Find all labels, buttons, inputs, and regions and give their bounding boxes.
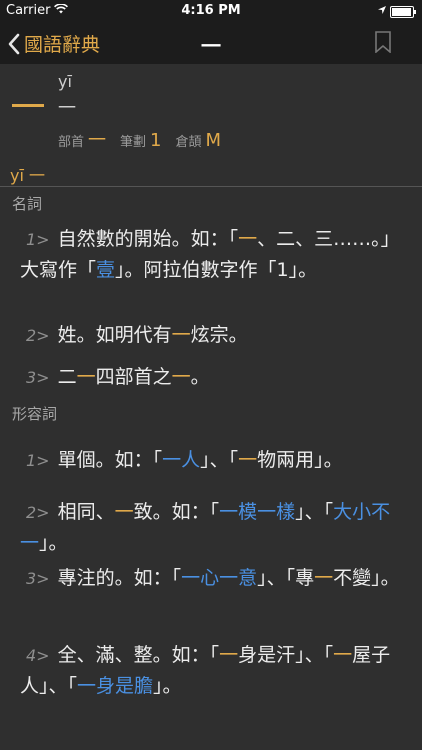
definition-text: 」、「 <box>295 501 334 523</box>
word-link[interactable]: 一模一樣 <box>219 501 295 523</box>
definition-item[interactable]: 4> 全、滿、整。如：「一身是汗」、「一屋子人」、「一身是膽」。 <box>20 640 405 701</box>
location-icon <box>377 4 387 19</box>
definition-text: 炫宗。 <box>190 324 248 346</box>
definition-text: 單個。如：「 <box>57 449 163 471</box>
definition-text: 「 <box>228 228 239 250</box>
stroke-label: 筆劃 <box>120 135 147 150</box>
definition-text: 自然數的開始。如： <box>57 228 229 250</box>
definition-text: 身是汗」、「 <box>238 644 334 666</box>
definition-text: 全、滿、整。如：「 <box>57 644 220 666</box>
headword-highlight: 一 <box>171 324 191 346</box>
definition-text: 姓。如明代有 <box>57 324 172 346</box>
definition-text: 致。如：「 <box>133 501 220 523</box>
definition-number: 2> <box>26 503 50 522</box>
definition-text: 物兩用」。 <box>257 449 343 471</box>
bookmark-button[interactable] <box>374 31 392 57</box>
radical-label: 部首 <box>58 135 85 150</box>
word-link[interactable]: 一心一意 <box>181 567 257 589</box>
definition-text: 」、「 <box>200 449 239 471</box>
head-character: 一 <box>58 98 76 119</box>
definition-item[interactable]: 3> 二一四部首之一。 <box>20 362 405 393</box>
word-link[interactable]: 壹 <box>96 259 115 281</box>
definition-text: 二 <box>57 366 77 388</box>
page-title: 一 <box>201 34 221 58</box>
definition-number: 1> <box>26 230 50 249</box>
headword-highlight: 一 <box>76 366 96 388</box>
definition-number: 2> <box>26 326 50 345</box>
definition-item[interactable]: 3> 專注的。如：「一心一意」、「專一不變」。 <box>20 563 405 594</box>
status-right <box>377 4 416 19</box>
headword-highlight: 一 <box>333 644 353 666</box>
cangjie-value: M <box>205 130 222 151</box>
pos-adjective: 形容詞 <box>12 405 58 423</box>
headword-highlight: 一 <box>238 228 258 250</box>
definition-item[interactable]: 2> 相同、一致。如：「一模一樣」、「大小不一」。 <box>20 497 405 558</box>
bookmark-icon <box>375 31 391 54</box>
divider <box>0 186 422 187</box>
definition-number: 3> <box>26 569 50 588</box>
stroke-value: 1 <box>150 130 162 151</box>
character-meta: 部首 一 筆劃 1 倉頡 M <box>58 126 235 152</box>
definition-text: 。 <box>190 366 210 388</box>
pos-noun: 名詞 <box>12 195 43 213</box>
definition-number: 3> <box>26 368 50 387</box>
definition-number: 1> <box>26 451 50 470</box>
status-bar: Carrier 4:16 PM <box>0 0 422 22</box>
battery-icon <box>390 5 416 18</box>
definition-item[interactable]: 2> 姓。如明代有一炫宗。 <box>20 320 405 351</box>
headword-highlight: 一 <box>314 567 334 589</box>
definition-text: 不變」。 <box>333 567 400 589</box>
definition-text: 」。 <box>153 675 182 697</box>
definition-text: 」。阿拉伯數字作「1」。 <box>115 259 318 281</box>
headword-highlight: 一 <box>171 366 191 388</box>
status-time: 4:16 PM <box>181 3 241 18</box>
headword-highlight: 一 <box>219 644 239 666</box>
definition-text: 」、「專 <box>257 567 315 589</box>
head-character-mark <box>12 104 44 107</box>
definition-number: 4> <box>26 646 50 665</box>
definition-text: 相同、 <box>57 501 115 523</box>
definition-item[interactable]: 1> 單個。如：「一人」、「一物兩用」。 <box>20 445 405 476</box>
headword-highlight: 一 <box>114 501 134 523</box>
headword-highlight: 一 <box>238 449 258 471</box>
head-pinyin: yī <box>58 72 72 91</box>
reading-heading: yī 一 <box>10 166 46 185</box>
radical-value: 一 <box>88 130 107 151</box>
navigation-bar: 國語辭典 一 <box>0 22 422 64</box>
definition-text: 專注的。如：「 <box>57 567 182 589</box>
definition-text: 」。 <box>39 532 68 554</box>
cangjie-label: 倉頡 <box>175 135 202 150</box>
definition-item[interactable]: 1> 自然數的開始。如：「一、二、三……。」大寫作「壹」。阿拉伯數字作「1」。 <box>20 224 405 285</box>
word-link[interactable]: 一身是膽 <box>77 675 153 697</box>
definition-text: 四部首之 <box>95 366 172 388</box>
word-link[interactable]: 一人 <box>162 449 200 471</box>
